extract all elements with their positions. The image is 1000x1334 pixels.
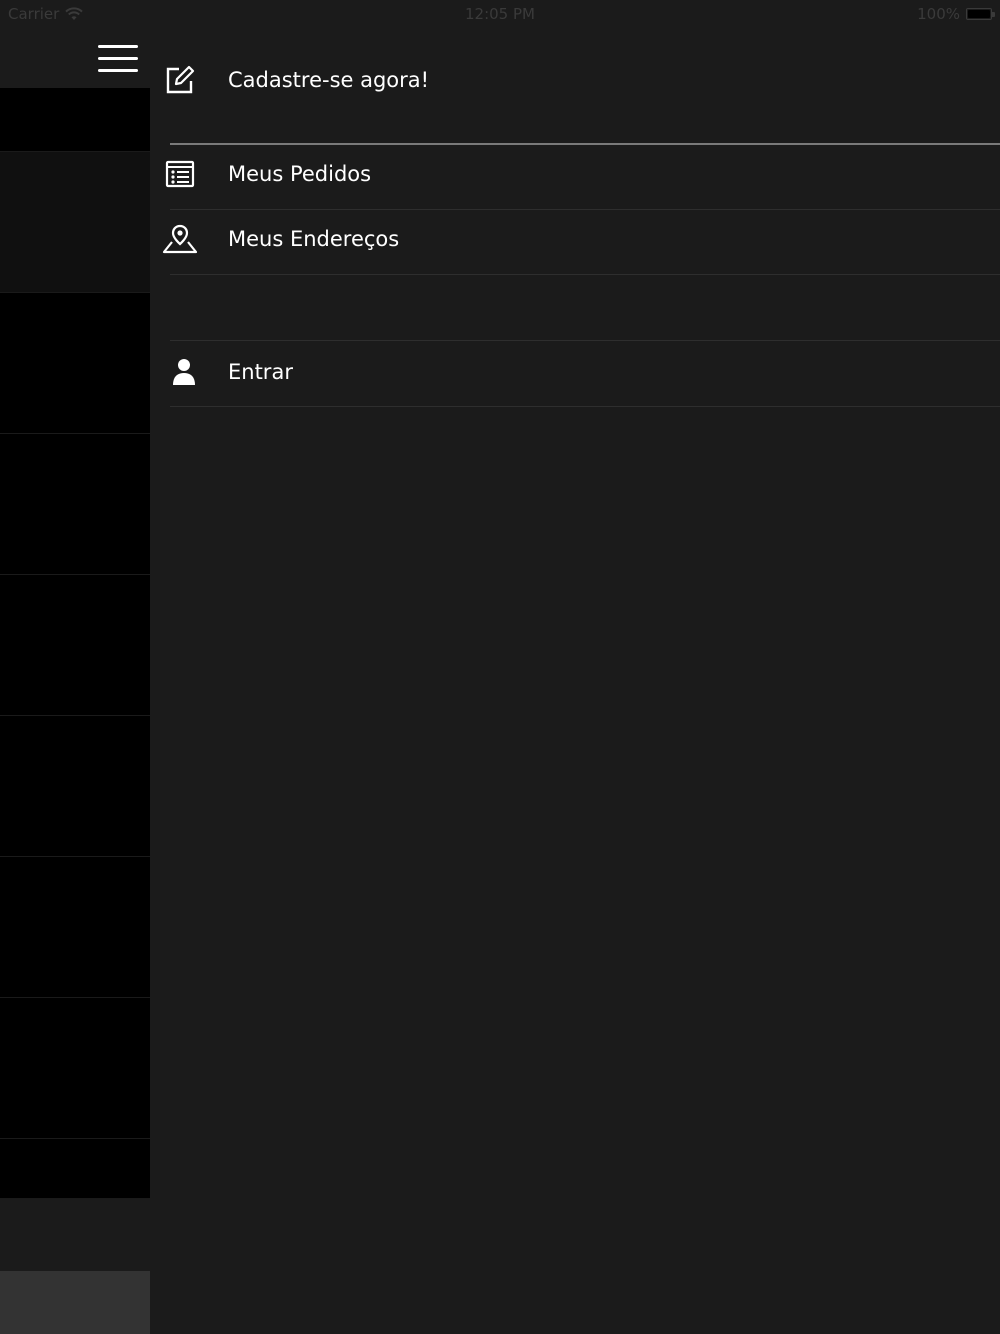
- list-item[interactable]: [0, 716, 150, 857]
- background-content: [0, 28, 150, 1334]
- menu-item-label: Meus Endereços: [228, 227, 400, 251]
- edit-icon: [162, 62, 198, 98]
- hamburger-menu-icon[interactable]: [98, 45, 138, 75]
- divider: [170, 274, 1000, 275]
- register-button[interactable]: Cadastre-se agora!: [150, 56, 1000, 104]
- battery-percent: 100%: [917, 5, 960, 23]
- battery-icon: [966, 8, 995, 20]
- map-pin-icon: [162, 221, 198, 257]
- menu-item-label: Meus Pedidos: [228, 162, 372, 186]
- status-right: 100%: [917, 5, 995, 23]
- status-bar: Carrier 12:05 PM 100%: [0, 0, 1000, 28]
- list-item[interactable]: [0, 1139, 150, 1199]
- bottom-bar: [0, 1271, 150, 1334]
- menu-item-meus-enderecos[interactable]: Meus Endereços: [150, 217, 1000, 261]
- left-header: [0, 28, 150, 88]
- divider: [170, 209, 1000, 210]
- list-item[interactable]: [0, 434, 150, 575]
- list-item[interactable]: [0, 857, 150, 998]
- menu-item-meus-pedidos[interactable]: Meus Pedidos: [150, 152, 1000, 196]
- divider: [170, 406, 1000, 407]
- login-label: Entrar: [228, 360, 293, 384]
- status-time: 12:05 PM: [465, 5, 535, 23]
- list-item[interactable]: [0, 88, 150, 152]
- list-item[interactable]: [0, 293, 150, 434]
- login-button[interactable]: Entrar: [150, 349, 1000, 395]
- divider: [170, 340, 1000, 341]
- list-item[interactable]: [0, 152, 150, 293]
- register-label: Cadastre-se agora!: [228, 68, 430, 92]
- list-icon: [162, 156, 198, 192]
- side-menu: Cadastre-se agora! Meus Pedidos Meus End…: [150, 28, 1000, 1334]
- user-icon: [166, 354, 202, 390]
- divider: [170, 143, 1000, 145]
- list-item[interactable]: [0, 998, 150, 1139]
- list-item[interactable]: [0, 575, 150, 716]
